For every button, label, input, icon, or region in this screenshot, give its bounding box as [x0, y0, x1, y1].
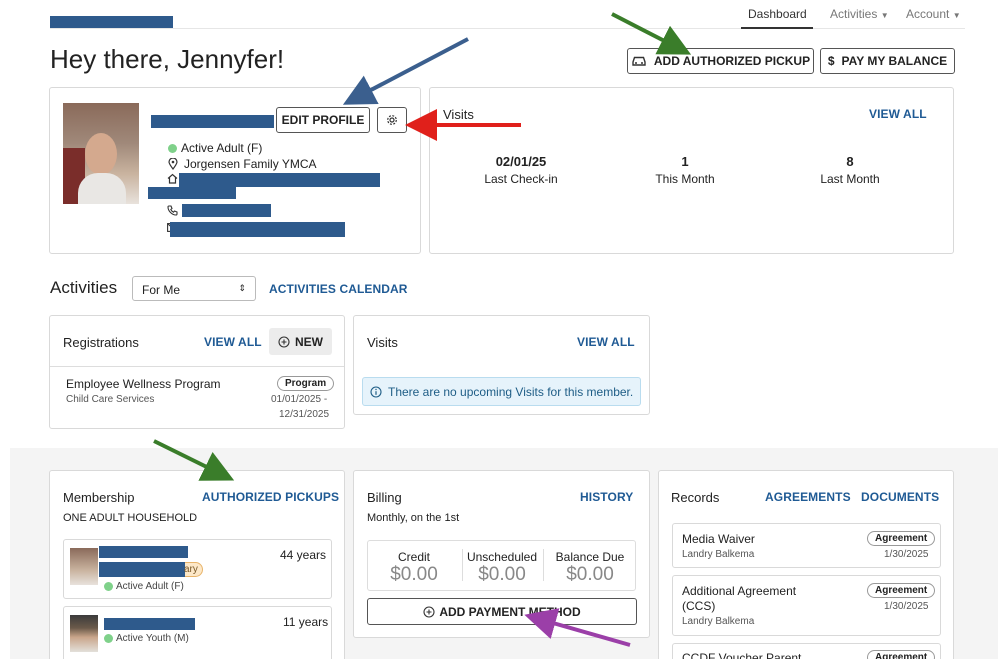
green-arrow-top [611, 12, 692, 55]
annotation-arrows [153, 12, 692, 647]
blue-arrow [342, 37, 469, 105]
purple-arrow [524, 608, 631, 647]
green-arrow-bottom [153, 439, 235, 481]
